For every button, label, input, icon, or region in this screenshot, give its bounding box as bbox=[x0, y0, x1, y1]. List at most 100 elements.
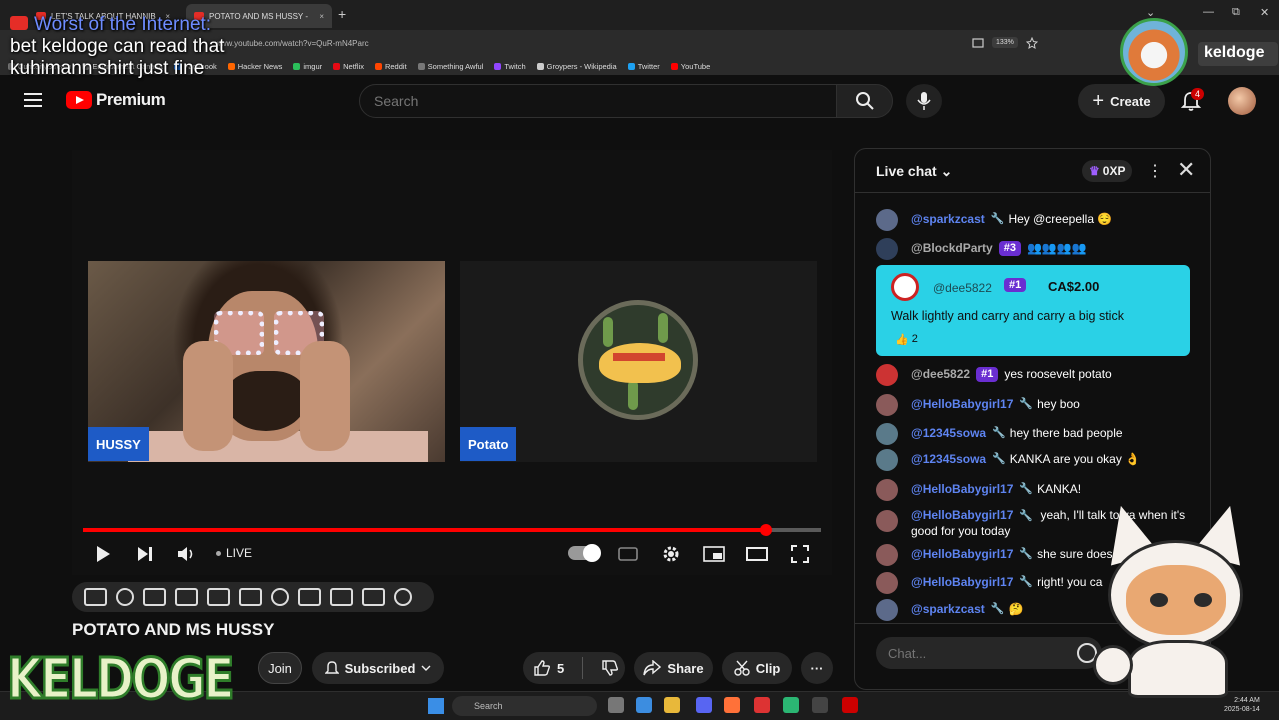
tab-close-icon[interactable]: × bbox=[313, 12, 324, 21]
captions-button[interactable] bbox=[616, 542, 640, 566]
settings-button[interactable] bbox=[659, 542, 683, 566]
app-icon[interactable] bbox=[754, 697, 770, 713]
chat-text: 👥👥👥👥 bbox=[1026, 241, 1087, 255]
popup-player-icon[interactable] bbox=[143, 588, 166, 606]
participant-name-tag: Potato bbox=[460, 427, 517, 461]
join-button[interactable]: Join bbox=[258, 652, 302, 684]
create-button[interactable]: + Create bbox=[1078, 84, 1165, 118]
share-button[interactable]: Share bbox=[634, 652, 713, 684]
taskbar-search-input[interactable]: Search bbox=[452, 696, 597, 716]
chat-text: hey boo bbox=[1037, 397, 1080, 411]
miniplayer-button[interactable] bbox=[702, 542, 726, 566]
chat-author[interactable]: @12345sowa bbox=[911, 452, 986, 467]
add-icon[interactable] bbox=[298, 588, 321, 606]
bookmark-item[interactable]: Hacker News bbox=[227, 62, 282, 71]
xp-badge[interactable]: ♛ 0XP bbox=[1082, 160, 1133, 182]
chat-author[interactable]: @sparkzcast bbox=[911, 602, 985, 617]
avatar bbox=[876, 394, 898, 416]
cinema-icon[interactable] bbox=[175, 588, 198, 606]
gear-icon bbox=[663, 546, 679, 562]
media-player-icon[interactable] bbox=[812, 697, 828, 713]
app-icon[interactable] bbox=[783, 697, 799, 713]
chat-author[interactable]: @BlockdParty bbox=[911, 241, 993, 256]
play-button[interactable] bbox=[91, 542, 115, 566]
bookmark-label: Twitch bbox=[504, 62, 526, 71]
chat-author[interactable]: @HelloBabygirl17 bbox=[911, 482, 1013, 497]
share-label: Share bbox=[667, 660, 704, 676]
autoplay-toggle[interactable] bbox=[568, 544, 601, 562]
url-field[interactable]: www.youtube.com/watch?v=QuR-mN4Parc bbox=[215, 39, 369, 48]
chat-author[interactable]: @HelloBabygirl17 bbox=[911, 575, 1013, 590]
overlay-chat-caption: Worst of the Internet: bet keldoge can r… bbox=[10, 14, 224, 80]
super-chat-likes[interactable]: 👍 2 bbox=[891, 330, 922, 348]
moderator-wrench-icon: 🔧 bbox=[1019, 548, 1034, 560]
volume-button[interactable] bbox=[175, 542, 199, 566]
voice-search-button[interactable] bbox=[906, 84, 942, 118]
bookmark-item[interactable]: Netflix bbox=[333, 62, 364, 71]
more-icon: ··· bbox=[810, 660, 824, 676]
like-dislike-group: 5 bbox=[523, 652, 625, 684]
close-chat-button[interactable]: ✕ bbox=[1177, 157, 1195, 183]
bookmark-item[interactable]: Something Awful bbox=[417, 62, 483, 71]
audio-wave-icon[interactable] bbox=[116, 588, 134, 606]
youtube-app-icon[interactable] bbox=[842, 697, 858, 713]
system-clock[interactable]: 2:44 AM 2025-08-14 bbox=[1224, 696, 1260, 714]
live-indicator[interactable]: LIVE bbox=[216, 546, 252, 560]
theater-mode-button[interactable] bbox=[745, 542, 769, 566]
selection-icon[interactable] bbox=[239, 588, 262, 606]
bookmark-item[interactable]: imgur bbox=[293, 62, 322, 71]
like-button[interactable]: 5 bbox=[533, 659, 564, 677]
windows-start-icon[interactable] bbox=[428, 698, 444, 714]
extension-settings-icon[interactable] bbox=[394, 588, 412, 606]
moderator-wrench-icon: 🔧 bbox=[990, 213, 1005, 225]
super-chat-card[interactable]: @dee5822 #1 CA$2.00 Walk lightly and car… bbox=[876, 265, 1190, 356]
chat-options-icon[interactable]: ⋮ bbox=[1147, 161, 1163, 181]
next-button[interactable] bbox=[133, 542, 157, 566]
zoom-level-badge[interactable]: 133% bbox=[992, 37, 1018, 48]
keyboard-icon[interactable] bbox=[362, 588, 385, 606]
live-chat-title: Live chat bbox=[876, 163, 937, 179]
discord-icon[interactable] bbox=[696, 697, 712, 713]
menu-icon[interactable] bbox=[24, 93, 42, 107]
bookmark-star-icon[interactable] bbox=[1026, 37, 1038, 49]
bookmark-item[interactable]: Twitter bbox=[627, 62, 660, 71]
bookmark-item[interactable]: Groypers - Wikipedia bbox=[536, 62, 617, 71]
chat-text: KANKA are you okay 👌 bbox=[1009, 452, 1141, 466]
speed-gauge-icon[interactable] bbox=[271, 588, 289, 606]
maximize-button[interactable]: ⧉ bbox=[1232, 6, 1240, 19]
youtube-premium-logo[interactable]: Premium bbox=[66, 90, 166, 110]
copilot-icon[interactable] bbox=[636, 697, 652, 713]
firefox-icon[interactable] bbox=[724, 697, 740, 713]
chat-author[interactable]: @HelloBabygirl17 bbox=[911, 508, 1013, 522]
more-actions-button[interactable]: ··· bbox=[801, 652, 833, 684]
chat-author[interactable]: @dee5822 bbox=[911, 367, 970, 382]
task-view-icon[interactable] bbox=[608, 697, 624, 713]
fullscreen-button[interactable] bbox=[788, 542, 812, 566]
camera-icon[interactable] bbox=[330, 588, 353, 606]
dislike-button[interactable] bbox=[601, 659, 619, 677]
bookmark-item[interactable]: YouTube bbox=[670, 62, 710, 71]
loop-icon[interactable] bbox=[84, 588, 107, 606]
skip-next-icon bbox=[138, 547, 152, 561]
screenshot-icon[interactable] bbox=[972, 38, 984, 48]
subscribed-button[interactable]: Subscribed bbox=[312, 652, 444, 684]
bookmark-item[interactable]: Reddit bbox=[374, 62, 407, 71]
search-input[interactable] bbox=[374, 93, 836, 109]
bookmark-item[interactable]: Twitch bbox=[494, 62, 526, 71]
account-avatar[interactable] bbox=[1228, 87, 1256, 115]
chat-author[interactable]: @sparkzcast bbox=[911, 212, 985, 227]
seek-bar-scrubber[interactable] bbox=[759, 524, 772, 536]
minimize-button[interactable]: — bbox=[1203, 6, 1214, 18]
chat-author[interactable]: @12345sowa bbox=[911, 426, 986, 441]
live-chat-mode-dropdown[interactable]: Live chat ⌄ bbox=[876, 163, 952, 180]
seek-bar[interactable] bbox=[83, 524, 821, 536]
new-tab-button[interactable]: + bbox=[338, 6, 346, 22]
chat-input[interactable] bbox=[888, 645, 1090, 661]
file-explorer-icon[interactable] bbox=[664, 697, 680, 713]
search-button[interactable] bbox=[836, 84, 893, 118]
chat-author[interactable]: @HelloBabygirl17 bbox=[911, 397, 1013, 412]
chat-author[interactable]: @HelloBabygirl17 bbox=[911, 547, 1013, 562]
clip-button[interactable]: Clip bbox=[722, 652, 792, 684]
expand-icon[interactable] bbox=[207, 588, 230, 606]
close-window-button[interactable]: ✕ bbox=[1260, 6, 1269, 19]
